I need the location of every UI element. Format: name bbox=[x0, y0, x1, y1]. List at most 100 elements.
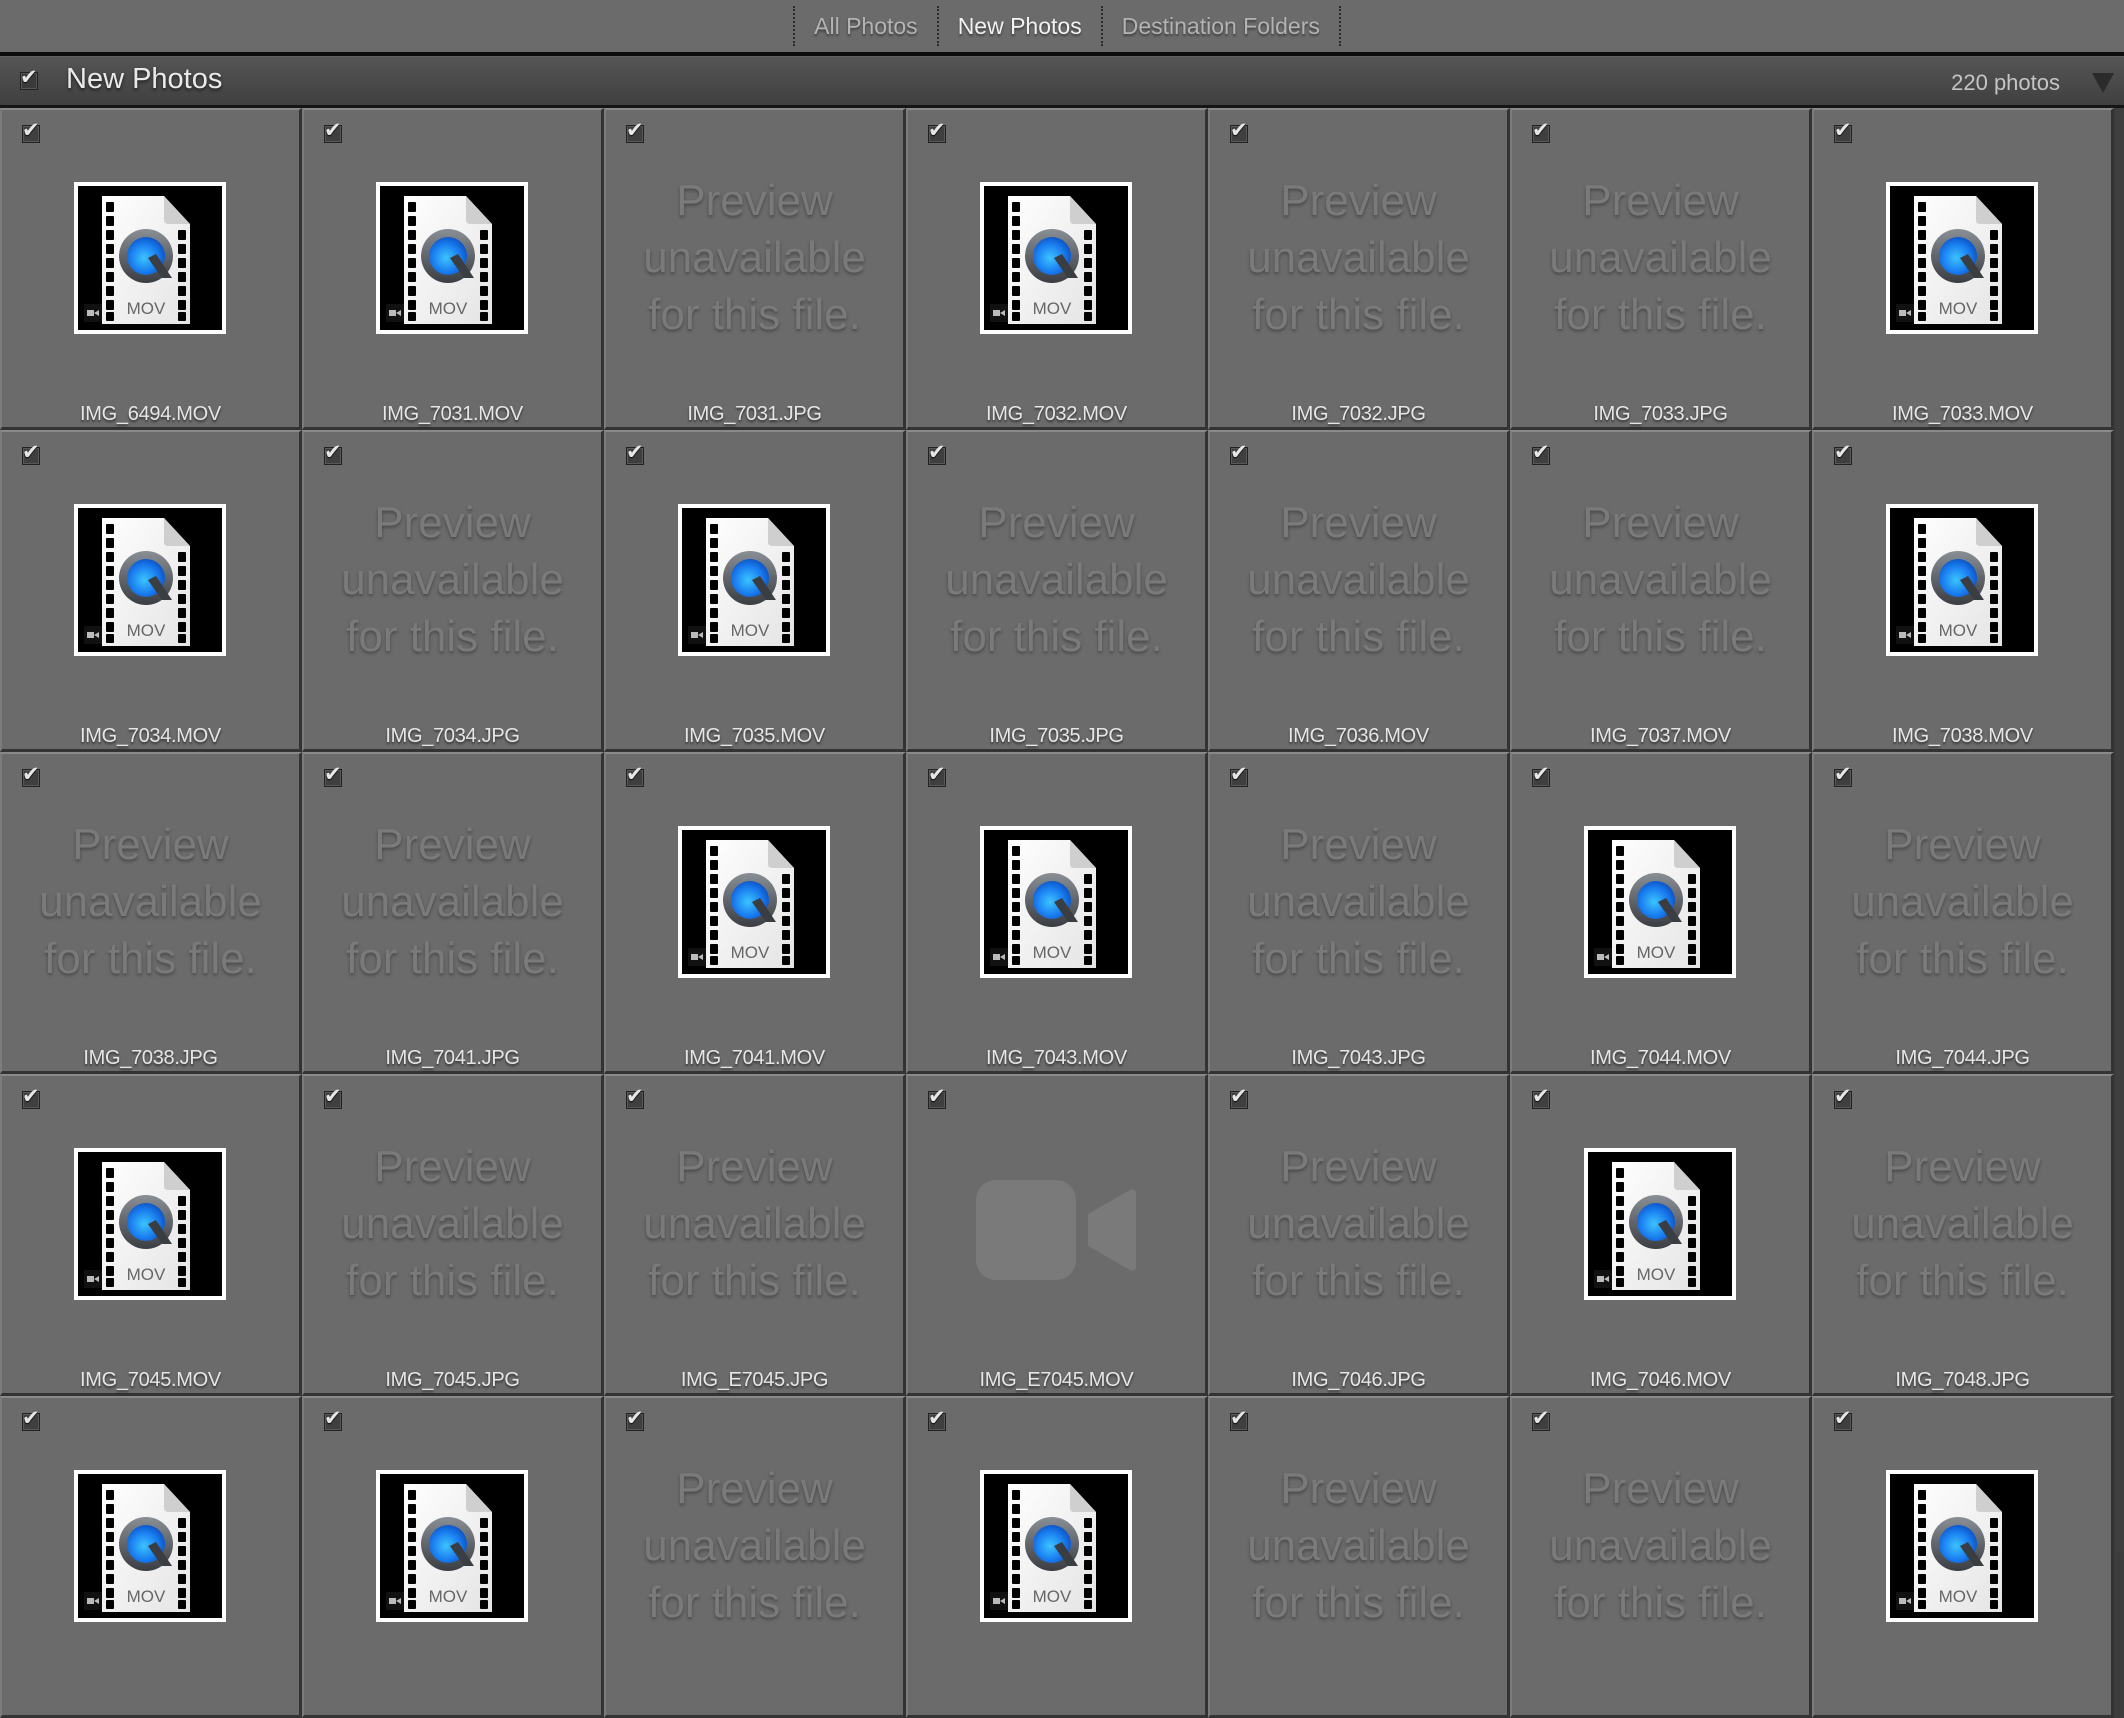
include-checkbox[interactable]: ✔ bbox=[1834, 1406, 1852, 1431]
preview-unavailable-text: Preview unavailable for this file. bbox=[1512, 172, 1809, 343]
include-checkbox[interactable]: ✔ bbox=[1834, 118, 1852, 143]
preview-unavailable-line: Preview bbox=[1280, 176, 1437, 225]
photo-cell[interactable]: ✔ Preview unavailable for this file. IMG_703… bbox=[604, 108, 906, 430]
photo-cell[interactable]: ✔ bbox=[0, 108, 302, 430]
photo-cell[interactable]: ✔ bbox=[0, 1396, 302, 1718]
include-checkbox[interactable]: ✔ bbox=[1532, 440, 1550, 465]
photo-cell[interactable]: ✔ bbox=[302, 108, 604, 430]
include-checkbox[interactable]: ✔ bbox=[928, 440, 946, 465]
include-checkbox[interactable]: ✔ bbox=[22, 1406, 40, 1431]
mov-badge-label: MOV bbox=[127, 299, 166, 318]
include-checkbox[interactable]: ✔ bbox=[626, 440, 644, 465]
preview-unavailable-line: unavailable bbox=[1549, 1521, 1772, 1570]
photo-cell[interactable]: ✔ bbox=[1510, 1074, 1812, 1396]
photo-cell[interactable]: ✔ bbox=[0, 430, 302, 752]
include-checkbox[interactable]: ✔ bbox=[928, 762, 946, 787]
include-checkbox[interactable]: ✔ bbox=[324, 1084, 342, 1109]
photo-cell[interactable]: ✔ Preview unavailable for this file. IMG_703… bbox=[0, 752, 302, 1074]
photo-cell[interactable]: ✔ Preview unavailable for this file. bbox=[1510, 1396, 1812, 1718]
include-checkbox[interactable]: ✔ bbox=[626, 118, 644, 143]
photo-cell[interactable]: ✔ Preview unavailable for this file. IMG_704… bbox=[1208, 1074, 1510, 1396]
photo-cell[interactable]: ✔ bbox=[1812, 430, 2114, 752]
photo-cell[interactable]: ✔ bbox=[1812, 108, 2114, 430]
include-checkbox[interactable]: ✔ bbox=[1834, 440, 1852, 465]
mov-badge-label: MOV bbox=[1637, 1265, 1676, 1284]
include-checkbox[interactable]: ✔ bbox=[324, 762, 342, 787]
include-checkbox[interactable]: ✔ bbox=[1532, 1406, 1550, 1431]
triangle-down-icon[interactable] bbox=[2092, 73, 2114, 93]
tab-all-photos[interactable]: All Photos bbox=[795, 0, 937, 52]
photo-cell[interactable]: ✔ bbox=[0, 1074, 302, 1396]
photo-cell[interactable]: ✔ bbox=[906, 752, 1208, 1074]
preview-unavailable-line: for this file. bbox=[346, 934, 559, 983]
include-checkbox[interactable]: ✔ bbox=[626, 1084, 644, 1109]
include-checkbox[interactable]: ✔ bbox=[1532, 1084, 1550, 1109]
quicktime-mov-thumbnail: MOV bbox=[980, 182, 1132, 334]
photo-cell[interactable]: ✔ Preview unavailable for this file. IMG_703… bbox=[1510, 430, 1812, 752]
photo-cell[interactable]: ✔ bbox=[604, 430, 906, 752]
include-checkbox[interactable]: ✔ bbox=[1834, 1084, 1852, 1109]
include-checkbox[interactable]: ✔ bbox=[22, 1084, 40, 1109]
photo-cell[interactable]: ✔ Preview unavailable for this file. IMG_704… bbox=[1812, 1074, 2114, 1396]
include-checkbox[interactable]: ✔ bbox=[928, 1406, 946, 1431]
quicktime-file-icon: MOV bbox=[84, 518, 190, 646]
photo-cell[interactable]: ✔ Preview unavailable for this file. IMG_703… bbox=[906, 430, 1208, 752]
quicktime-mov-thumbnail: MOV bbox=[1584, 826, 1736, 978]
photo-cell[interactable]: ✔ bbox=[906, 108, 1208, 430]
preview-unavailable-line: unavailable bbox=[1549, 233, 1772, 282]
photo-cell[interactable]: ✔ Preview unavailable for this file. bbox=[1208, 1396, 1510, 1718]
include-checkbox[interactable]: ✔ bbox=[928, 118, 946, 143]
include-checkbox[interactable]: ✔ bbox=[1834, 762, 1852, 787]
include-checkbox[interactable]: ✔ bbox=[324, 1406, 342, 1431]
include-checkbox[interactable]: ✔ bbox=[22, 118, 40, 143]
file-name: IMG_7034.MOV bbox=[80, 725, 221, 747]
include-checkbox[interactable]: ✔ bbox=[22, 440, 40, 465]
photo-cell[interactable]: ✔ bbox=[302, 1396, 604, 1718]
photo-cell[interactable]: ✔ Preview unavailable for this file. IMG_703… bbox=[1510, 108, 1812, 430]
photo-count: 220 photos bbox=[1951, 70, 2060, 95]
mov-badge-label: MOV bbox=[127, 621, 166, 640]
include-checkbox[interactable]: ✔ bbox=[626, 1406, 644, 1431]
photo-cell[interactable]: ✔ bbox=[1812, 1396, 2114, 1718]
include-checkbox[interactable]: ✔ bbox=[324, 118, 342, 143]
photo-cell[interactable]: ✔ IMG_E7045.MOV bbox=[906, 1074, 1208, 1396]
checkmark-icon: ✔ bbox=[1230, 1406, 1248, 1430]
preview-unavailable-line: Preview bbox=[374, 820, 531, 869]
select-all-checkbox[interactable]: ✔ bbox=[20, 65, 38, 90]
photo-cell[interactable]: ✔ Preview unavailable for this file. IMG_703… bbox=[1208, 108, 1510, 430]
preview-unavailable-text: Preview unavailable for this file. bbox=[2, 816, 299, 987]
photo-cell[interactable]: ✔ Preview unavailable for this file. IMG_704… bbox=[1812, 752, 2114, 1074]
file-name: IMG_7033.JPG bbox=[1593, 403, 1728, 425]
include-checkbox[interactable]: ✔ bbox=[1532, 118, 1550, 143]
photo-cell[interactable]: ✔ Preview unavailable for this file. IMG_E70… bbox=[604, 1074, 906, 1396]
preview-unavailable-line: unavailable bbox=[643, 1521, 866, 1570]
include-checkbox[interactable]: ✔ bbox=[22, 762, 40, 787]
photo-cell[interactable]: ✔ Preview unavailable for this file. IMG_704… bbox=[302, 752, 604, 1074]
include-checkbox[interactable]: ✔ bbox=[1532, 762, 1550, 787]
include-checkbox[interactable]: ✔ bbox=[1230, 762, 1248, 787]
file-name: IMG_7033.MOV bbox=[1892, 403, 2033, 425]
tab-new-photos[interactable]: New Photos bbox=[939, 0, 1101, 52]
photo-cell[interactable]: ✔ bbox=[1510, 752, 1812, 1074]
photo-cell[interactable]: ✔ Preview unavailable for this file. bbox=[604, 1396, 906, 1718]
tab-destination-folders[interactable]: Destination Folders bbox=[1103, 0, 1339, 52]
include-checkbox[interactable]: ✔ bbox=[1230, 1084, 1248, 1109]
mov-badge-label: MOV bbox=[1033, 1587, 1072, 1606]
include-checkbox[interactable]: ✔ bbox=[1230, 440, 1248, 465]
include-checkbox[interactable]: ✔ bbox=[324, 440, 342, 465]
include-checkbox[interactable]: ✔ bbox=[1230, 1406, 1248, 1431]
checkmark-icon: ✔ bbox=[626, 1084, 644, 1108]
photo-cell[interactable]: ✔ Preview unavailable for this file. IMG_704… bbox=[302, 1074, 604, 1396]
photo-cell[interactable]: ✔ Preview unavailable for this file. IMG_704… bbox=[1208, 752, 1510, 1074]
scrollbar[interactable] bbox=[2116, 108, 2124, 1552]
include-checkbox[interactable]: ✔ bbox=[1230, 118, 1248, 143]
photo-cell[interactable]: ✔ Preview unavailable for this file. IMG_703… bbox=[302, 430, 604, 752]
preview-unavailable-line: for this file. bbox=[346, 1256, 559, 1305]
photo-cell[interactable]: ✔ bbox=[604, 752, 906, 1074]
include-checkbox[interactable]: ✔ bbox=[626, 762, 644, 787]
source-tab-bar: All Photos New Photos Destination Folder… bbox=[0, 0, 2124, 52]
photo-cell[interactable]: ✔ Preview unavailable for this file. IMG_703… bbox=[1208, 430, 1510, 752]
include-checkbox[interactable]: ✔ bbox=[928, 1084, 946, 1109]
checkmark-icon: ✔ bbox=[20, 65, 38, 89]
photo-cell[interactable]: ✔ bbox=[906, 1396, 1208, 1718]
